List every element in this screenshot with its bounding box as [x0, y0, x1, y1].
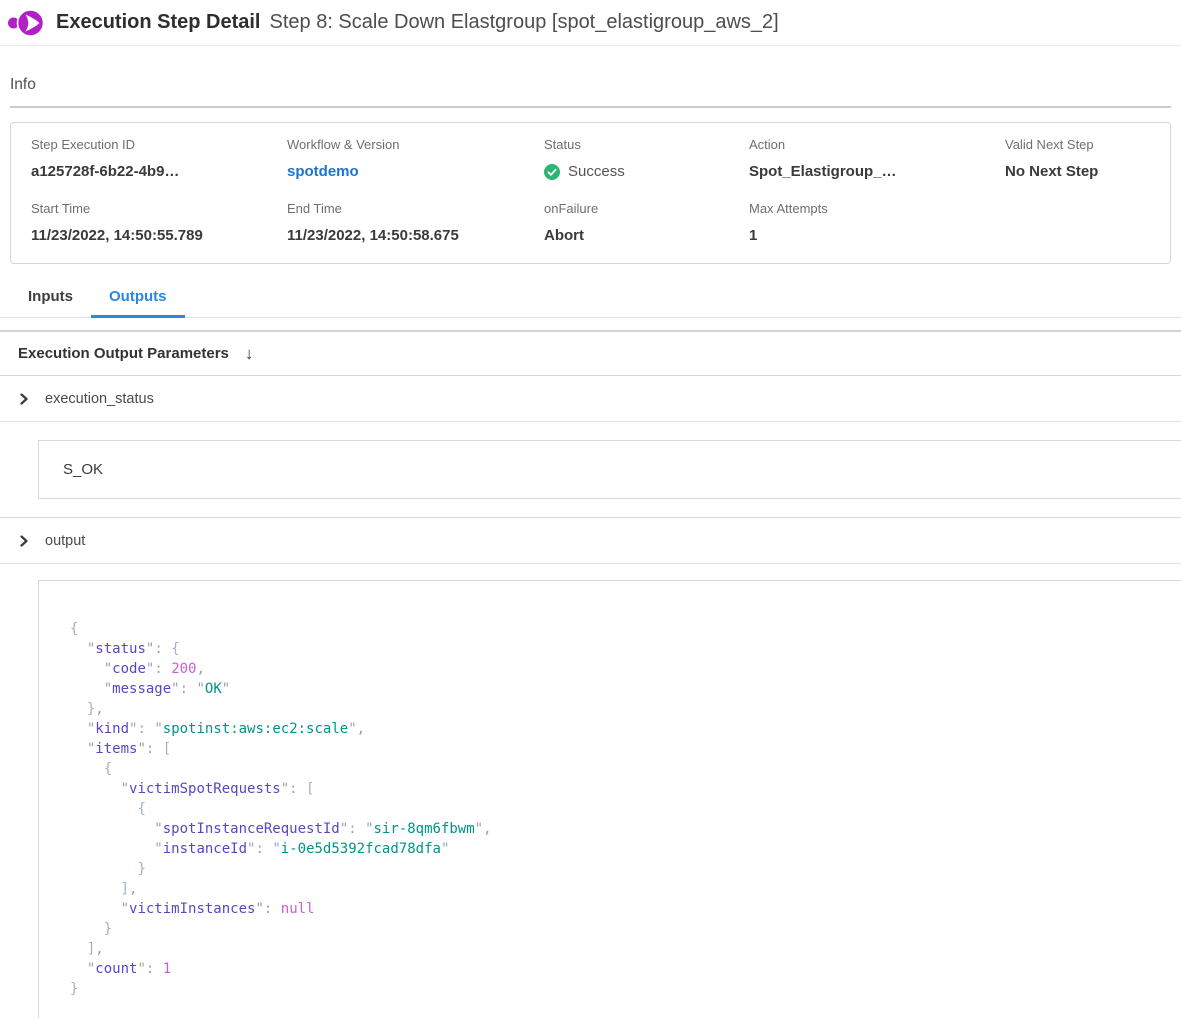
info-card: Step Execution ID a125728f-6b22-4b9… Wor… — [10, 122, 1171, 264]
page-title: Execution Step Detail — [56, 11, 261, 34]
chevron-right-icon — [18, 393, 30, 405]
outputs-heading: Execution Output Parameters — [18, 345, 229, 362]
tab-inputs[interactable]: Inputs — [10, 284, 91, 318]
json-code-line: { — [70, 799, 1172, 819]
field-value: 1 — [749, 226, 1005, 245]
field-label: End Time — [287, 201, 544, 217]
field-label: Max Attempts — [749, 201, 1005, 217]
param-name: execution_status — [45, 391, 154, 407]
field-start-time: Start Time 11/23/2022, 14:50:55.789 — [31, 201, 287, 245]
field-label: Workflow & Version — [287, 137, 544, 153]
execution-status-value: S_OK — [38, 440, 1181, 499]
json-code-line: } — [70, 859, 1172, 879]
json-code-line: }, — [70, 699, 1172, 719]
field-end-time: End Time 11/23/2022, 14:50:58.675 — [287, 201, 544, 245]
chevron-right-icon — [18, 535, 30, 547]
field-label: Step Execution ID — [31, 137, 287, 153]
json-code-line: "count": 1 — [70, 959, 1172, 979]
json-code-line: "code": 200, — [70, 659, 1172, 679]
json-code-line: "status": { — [70, 639, 1172, 659]
success-check-icon — [544, 164, 560, 180]
json-code-line: "victimSpotRequests": [ — [70, 779, 1172, 799]
json-code-line: "victimInstances": null — [70, 899, 1172, 919]
app-header: Execution Step Detail Step 8: Scale Down… — [0, 0, 1181, 46]
json-code-line: } — [70, 979, 1172, 999]
field-value: No Next Step — [1005, 162, 1150, 181]
json-code-line: } — [70, 919, 1172, 939]
status-badge: Success — [544, 162, 749, 181]
status-text: Success — [568, 162, 625, 181]
json-code-line: { — [70, 759, 1172, 779]
field-value: Abort — [544, 226, 749, 245]
param-row-execution-status[interactable]: execution_status — [0, 376, 1181, 422]
field-step-execution-id: Step Execution ID a125728f-6b22-4b9… — [31, 137, 287, 181]
field-value: 11/23/2022, 14:50:55.789 — [31, 226, 287, 245]
field-label: Action — [749, 137, 1005, 153]
param-row-output[interactable]: output — [0, 518, 1181, 564]
param-name: output — [45, 533, 85, 549]
field-action: Action Spot_Elastigroup_… — [749, 137, 1005, 181]
brand-logo-icon — [8, 8, 46, 38]
field-workflow-version: Workflow & Version spotdemo — [287, 137, 544, 181]
field-max-attempts: Max Attempts 1 — [749, 201, 1005, 245]
output-json-viewer: { "status": { "code": 200, "message": "O… — [38, 580, 1181, 1018]
field-onfailure: onFailure Abort — [544, 201, 749, 245]
outputs-heading-row: Execution Output Parameters ↓ — [0, 332, 1181, 376]
field-value: a125728f-6b22-4b9… — [31, 162, 287, 181]
field-label: Start Time — [31, 201, 287, 217]
field-value: 11/23/2022, 14:50:58.675 — [287, 226, 544, 245]
field-value: Spot_Elastigroup_… — [749, 162, 1005, 181]
collapse-all-arrow-icon[interactable]: ↓ — [245, 345, 254, 362]
json-code-line: "spotInstanceRequestId": "sir-8qm6fbwm", — [70, 819, 1172, 839]
field-label: onFailure — [544, 201, 749, 217]
json-code-line: "message": "OK" — [70, 679, 1172, 699]
step-subtitle: Step 8: Scale Down Elastgroup [spot_elas… — [270, 11, 779, 34]
field-label: Status — [544, 137, 749, 153]
field-valid-next-step: Valid Next Step No Next Step — [1005, 137, 1150, 181]
json-code-line: { — [70, 619, 1172, 639]
json-code-line: "kind": "spotinst:aws:ec2:scale", — [70, 719, 1172, 739]
workflow-link[interactable]: spotdemo — [287, 162, 544, 181]
tab-outputs[interactable]: Outputs — [91, 284, 185, 318]
field-status: Status Success — [544, 137, 749, 181]
field-label: Valid Next Step — [1005, 137, 1150, 153]
inputs-outputs-tabbar: Inputs Outputs — [0, 284, 1181, 318]
outputs-panel: Execution Output Parameters ↓ execution_… — [0, 330, 1181, 1018]
json-code-line: "instanceId": "i-0e5d5392fcad78dfa" — [70, 839, 1172, 859]
json-code-line: ], — [70, 939, 1172, 959]
json-code-line: ], — [70, 879, 1172, 899]
info-section-title: Info — [10, 76, 1171, 108]
json-code-line: "items": [ — [70, 739, 1172, 759]
